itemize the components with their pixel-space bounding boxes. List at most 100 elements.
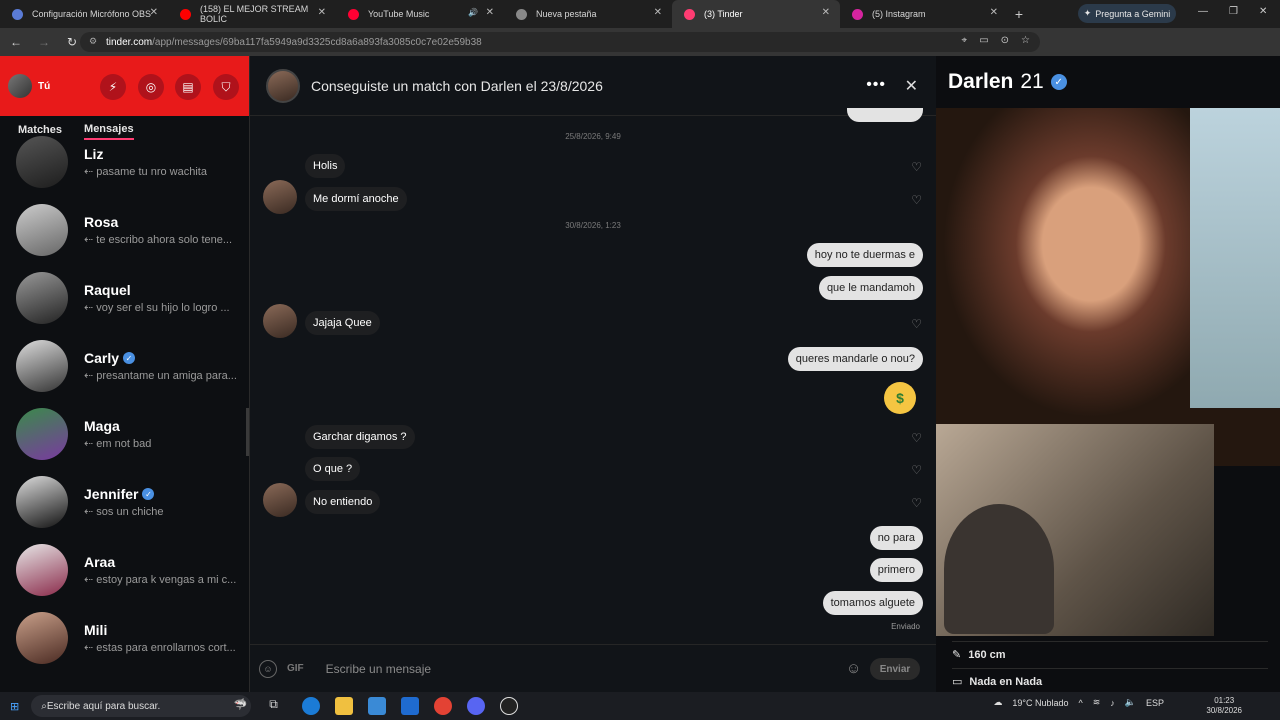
browser-tab[interactable]: (158) EL MEJOR STREAM BOLIC ✕ [168, 0, 336, 28]
close-icon[interactable]: ✕ [318, 7, 326, 18]
close-icon[interactable]: ✕ [486, 7, 494, 18]
sender-avatar [263, 483, 297, 517]
weather-text[interactable]: 19°C Nublado [1012, 698, 1068, 708]
edge-icon[interactable] [302, 697, 321, 715]
location-icon[interactable]: ⌖ [962, 35, 968, 46]
search-highlight-icon: 🦈 [233, 699, 248, 711]
heart-icon[interactable]: ♡ [911, 496, 922, 510]
browser-tab[interactable]: Configuración Micrófono OBS ✕ [0, 0, 168, 28]
sticker-icon[interactable]: ☺ [259, 659, 277, 678]
language-indicator[interactable]: ESP [1146, 698, 1164, 708]
windows-start-icon[interactable]: ⊞ [10, 700, 19, 713]
address-bar[interactable]: ⚙ tinder.com/app/messages/69ba117fa5949a… [80, 32, 1040, 52]
minimize-icon[interactable]: — [1198, 6, 1208, 17]
sidebar-scrollbar[interactable] [246, 408, 249, 456]
taskbar-search-placeholder: Escribe aquí para buscar. [46, 700, 161, 712]
conversation-preview: voy ser el su hijo lo logro ... [96, 302, 230, 314]
message-bubble-sent: queres mandarle o nou? [787, 347, 923, 371]
conversation-preview: te escribo ahora solo tene... [96, 234, 233, 246]
close-icon[interactable]: ✕ [150, 7, 158, 18]
gemini-button[interactable]: ✦ Pregunta a Gemini [1078, 4, 1176, 23]
message-bubble-sent: que le mandamoh [818, 276, 923, 300]
mail-icon[interactable] [401, 697, 420, 715]
translate-icon[interactable]: ⊙ [1001, 35, 1009, 46]
heart-icon[interactable]: ♡ [911, 160, 922, 174]
explore-icon[interactable]: ◎ [138, 74, 164, 100]
wifi-icon[interactable]: ≋ [1093, 697, 1101, 708]
task-view-icon[interactable]: ⧉ [269, 697, 287, 715]
taskbar-apps: ⧉ [269, 697, 519, 715]
briefcase-icon[interactable]: ▤ [175, 74, 201, 100]
browser-tab[interactable]: YouTube Music 🔊 ✕ [336, 0, 504, 28]
back-icon[interactable]: ← [4, 30, 28, 54]
taskbar-clock[interactable]: 01:23 30/8/2026 [1206, 696, 1242, 716]
conversation-item[interactable]: Raquel ⇠ voy ser el su hijo lo logro ... [0, 264, 249, 332]
conversation-preview: estas para enrollarnos cort... [96, 642, 236, 654]
browser-tab[interactable]: (5) Instagram ✕ [840, 0, 1008, 28]
speaker-icon[interactable]: 🔊 [468, 8, 478, 17]
divider [952, 641, 1268, 642]
browser-tab[interactable]: Nueva pestaña ✕ [504, 0, 672, 28]
conversation-item[interactable]: Liz ⇠ pasame tu nro wachita [0, 128, 249, 196]
send-button[interactable]: Enviar [870, 658, 920, 680]
chrome-icon[interactable] [434, 697, 453, 715]
match-avatar[interactable] [266, 68, 300, 103]
conversation-name: Mili [84, 622, 108, 638]
heart-icon[interactable]: ♡ [911, 317, 922, 331]
site-info-icon[interactable]: ⚙ [89, 36, 97, 47]
conversation-item[interactable]: Carly ✓ ⇠ presantame un amiga para... [0, 332, 249, 400]
reply-icon: ⇠ [84, 574, 97, 586]
conversation-item[interactable]: Araa ⇠ estoy para k vengas a mi c... [0, 536, 249, 604]
my-avatar[interactable] [8, 74, 32, 98]
obs-icon[interactable] [500, 697, 519, 715]
heart-icon[interactable]: ♡ [911, 463, 922, 477]
clock-date: 30/8/2026 [1206, 706, 1242, 715]
cast-icon[interactable]: ▭ [979, 35, 988, 46]
conversation-item[interactable]: Mili ⇠ estas para enrollarnos cort... [0, 604, 249, 672]
emoji-icon[interactable]: ☺ [846, 660, 861, 677]
conversation-name: Rosa [84, 214, 119, 230]
avatar [16, 612, 68, 664]
boost-icon[interactable]: ⚡ [100, 74, 126, 100]
bookmark-star-icon[interactable]: ☆ [1021, 35, 1030, 46]
shield-icon[interactable]: ⛉ [213, 74, 239, 100]
restore-icon[interactable]: ❐ [1229, 6, 1238, 17]
conversation-name: Liz [84, 146, 104, 162]
close-icon[interactable]: ✕ [654, 7, 662, 18]
url-host: tinder.com [106, 36, 153, 48]
gif-button[interactable]: GIF [287, 663, 304, 674]
conversation-name: Jennifer [84, 486, 139, 502]
new-tab-button[interactable]: + [1008, 3, 1030, 25]
conversation-preview: sos un chiche [96, 506, 164, 518]
close-icon[interactable]: ✕ [822, 7, 830, 18]
webcam-person [944, 504, 1054, 634]
avatar [16, 136, 68, 188]
message-input[interactable] [325, 661, 826, 676]
conversation-item[interactable]: Rosa ⇠ te escribo ahora solo tene... [0, 196, 249, 264]
forward-icon[interactable]: → [32, 30, 56, 54]
close-chat-icon[interactable]: ✕ [905, 76, 918, 96]
browser-tab-active[interactable]: (3) Tinder ✕ [672, 0, 840, 28]
window-close-icon[interactable]: ✕ [1259, 6, 1267, 17]
conversation-preview: em not bad [96, 438, 152, 450]
tab-label: YouTube Music [368, 9, 430, 19]
message-bubble-sent: primero [869, 558, 923, 582]
discord-icon[interactable] [467, 697, 486, 715]
timestamp: 30/8/2026, 1:23 [565, 221, 621, 230]
taskbar-search[interactable]: ⌕ Escribe aquí para buscar. 🦈 [31, 695, 252, 717]
mic-icon[interactable]: ♪ [1110, 698, 1115, 708]
store-icon[interactable] [368, 697, 387, 715]
browser-tab-bar: Configuración Micrófono OBS ✕ (158) EL ME… [0, 0, 1280, 28]
close-icon[interactable]: ✕ [990, 7, 998, 18]
volume-icon[interactable]: 🔈 [1125, 697, 1136, 708]
chevron-up-icon[interactable]: ^ [1078, 698, 1082, 708]
heart-icon[interactable]: ♡ [911, 193, 922, 207]
profile-photo[interactable] [936, 108, 1280, 466]
more-options-icon[interactable]: ••• [866, 76, 886, 94]
conversation-item[interactable]: Jennifer ✓ ⇠ sos un chiche [0, 468, 249, 536]
my-profile-label[interactable]: Tú [38, 81, 50, 92]
file-explorer-icon[interactable] [335, 697, 354, 715]
heart-icon[interactable]: ♡ [911, 431, 922, 445]
conversation-item[interactable]: Maga ⇠ em not bad [0, 400, 249, 468]
message-bubble-received: Jajaja Quee [305, 311, 380, 335]
